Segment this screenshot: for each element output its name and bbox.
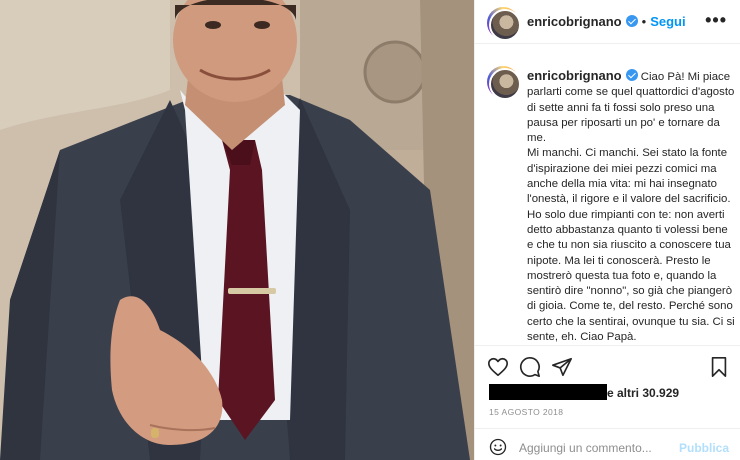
paper-plane-icon[interactable] <box>551 356 573 378</box>
action-bar <box>475 352 740 382</box>
post-photo[interactable] <box>0 0 474 460</box>
likes-text: e altri 30.929 <box>607 386 680 400</box>
publish-button[interactable]: Pubblica <box>679 441 729 455</box>
comment-icon[interactable] <box>519 356 541 378</box>
post-side-panel: enricobrignano • Segui ••• enricobrignano … <box>474 0 740 460</box>
caption-section: enricobrignano Ciao Pà! Mi piace parlart… <box>475 44 740 346</box>
heart-icon[interactable] <box>487 356 509 378</box>
author-username[interactable]: enricobrignano <box>527 14 622 29</box>
follow-button[interactable]: Segui <box>650 14 685 29</box>
verified-badge-icon <box>625 15 638 27</box>
photo-of-man-in-suit <box>0 0 474 460</box>
caption-author-avatar[interactable] <box>487 66 521 100</box>
caption-body: Ciao Pà! Mi piace parlarti come se quel … <box>527 71 735 344</box>
separator-dot: • <box>641 14 647 29</box>
more-options-icon[interactable]: ••• <box>705 10 727 31</box>
smiley-icon[interactable] <box>489 438 507 456</box>
post-header: enricobrignano • Segui ••• <box>475 0 740 44</box>
redacted-liker-name <box>489 384 607 400</box>
caption-verified-badge-icon <box>625 69 638 81</box>
likes-count[interactable]: e altri 30.929 <box>489 384 729 401</box>
comment-input[interactable]: Aggiungi un commento... <box>519 441 652 455</box>
post-date[interactable]: 15 AGOSTO 2018 <box>489 407 563 417</box>
caption-text-block: enricobrignano Ciao Pà! Mi piace parlart… <box>527 68 735 345</box>
bookmark-icon[interactable] <box>709 356 729 378</box>
caption-author-username[interactable]: enricobrignano <box>527 68 622 83</box>
comment-bar: Aggiungi un commento... Pubblica <box>475 428 740 460</box>
author-name-row: enricobrignano • Segui <box>527 14 686 29</box>
author-avatar[interactable] <box>487 7 521 41</box>
